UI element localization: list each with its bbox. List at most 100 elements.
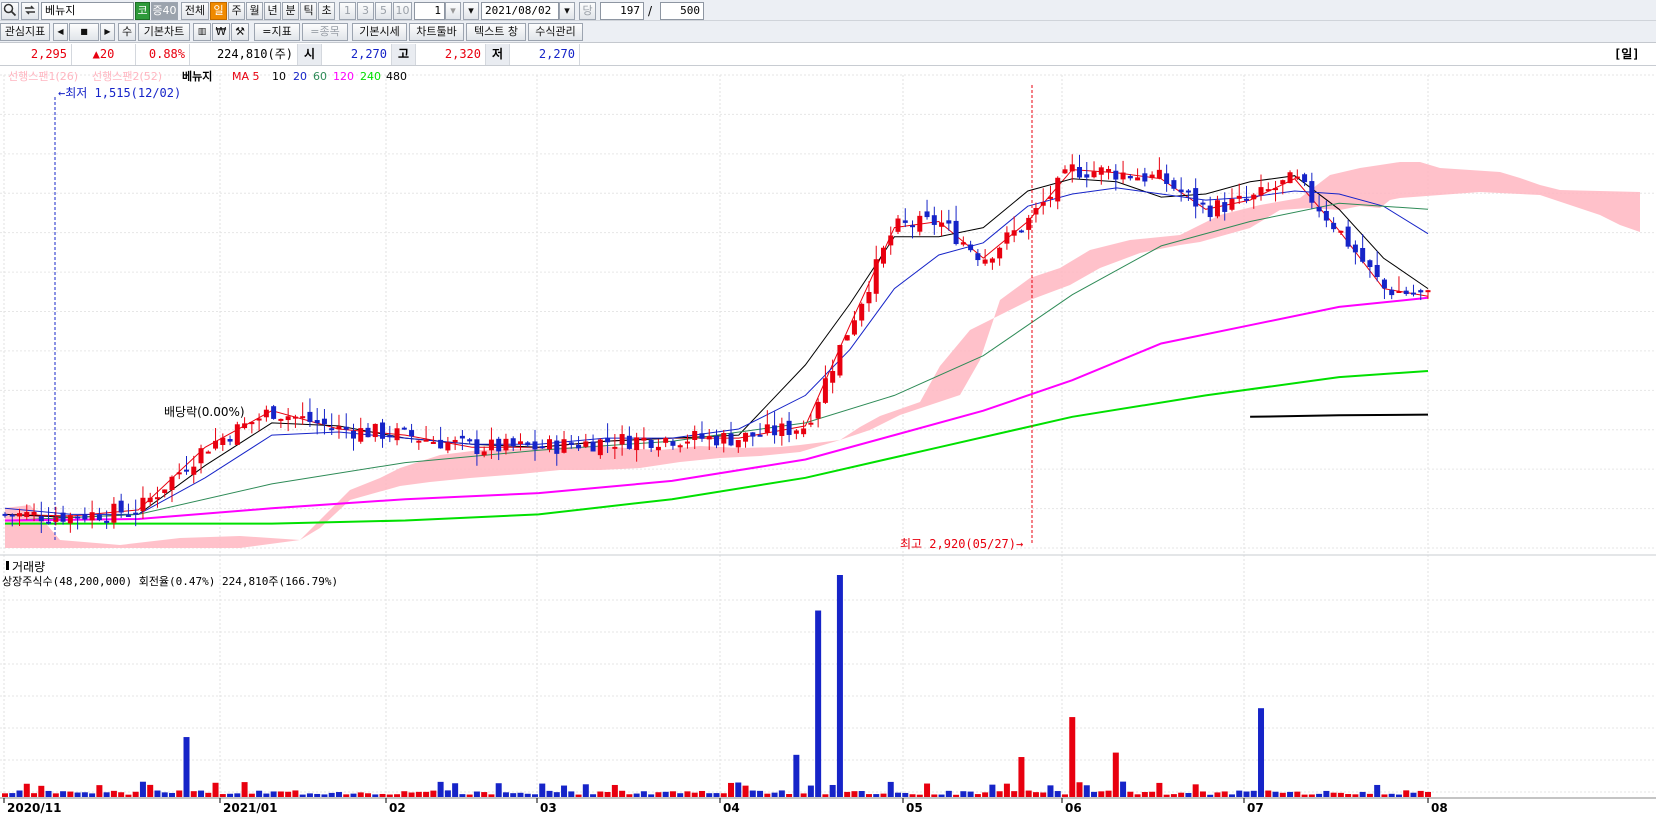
volume-bar — [1323, 790, 1330, 797]
volume-bar — [1091, 791, 1098, 797]
candle — [1033, 202, 1039, 223]
volume-bar — [1243, 791, 1250, 797]
volume-bar — [1388, 793, 1395, 797]
legend-stock: 베뉴지 — [182, 69, 212, 83]
interval-input[interactable]: 1 — [414, 2, 445, 20]
dang-button[interactable]: 당 — [579, 2, 596, 20]
candle — [1091, 161, 1097, 179]
basic-quote-button[interactable]: 기본시세 — [352, 23, 407, 41]
volume-bar — [408, 792, 415, 797]
candle — [1258, 174, 1264, 201]
volume-bars — [2, 575, 1431, 797]
date-dropdown-icon[interactable]: ▾ — [559, 2, 575, 20]
volume-bar — [582, 784, 589, 797]
chart-toolbar-button[interactable]: 차트툴바 — [409, 23, 464, 41]
volume-bar — [1018, 757, 1025, 797]
su-button[interactable]: 수 — [118, 23, 136, 41]
volume-bar — [1265, 790, 1272, 797]
volume-bar — [938, 794, 945, 797]
legend-ma10: 10 — [272, 70, 286, 83]
period-month-button[interactable]: 월 — [246, 2, 263, 20]
candle — [1236, 183, 1242, 204]
period-second-button[interactable]: 초 — [318, 2, 335, 20]
stock-chart[interactable]: 선행스팬1(26) 선행스팬2(52) 베뉴지 MA 5 10 20 60 12… — [0, 67, 1656, 814]
volume-bar — [23, 783, 30, 797]
interval-3-button[interactable]: 3 — [357, 2, 374, 20]
volume-bar — [198, 790, 205, 797]
volume-bar — [800, 793, 807, 797]
volume-bar — [147, 784, 154, 797]
period-all-button[interactable]: 전체 — [181, 2, 209, 20]
candle — [249, 421, 255, 434]
scroll-left-button[interactable]: ◀ — [53, 23, 68, 41]
volume-bar — [1381, 794, 1388, 797]
volume-bar — [786, 794, 793, 797]
candle — [924, 199, 930, 220]
won-icon[interactable]: ₩ — [212, 23, 230, 41]
volume-bar — [168, 792, 175, 797]
volume-bar — [1287, 791, 1294, 797]
volume-bar — [1374, 784, 1381, 797]
volume-bar — [1359, 791, 1366, 797]
volume-bar — [1410, 792, 1417, 797]
volume-bar — [1236, 790, 1243, 797]
chevron-down-icon[interactable]: ▾ — [463, 2, 479, 20]
search-icon[interactable] — [1, 2, 19, 20]
candle — [409, 423, 415, 443]
volume-bar — [858, 791, 865, 797]
candle — [1265, 182, 1271, 192]
refresh-icon[interactable] — [21, 2, 39, 20]
basic-chart-button[interactable]: 기본차트 — [138, 23, 190, 41]
volume-bar — [423, 791, 430, 797]
scroll-right-button[interactable]: ▶ — [100, 23, 115, 41]
candle — [1410, 284, 1416, 297]
interval-10-button[interactable]: 10 — [393, 2, 412, 20]
period-week-button[interactable]: 주 — [228, 2, 245, 20]
candle — [350, 423, 356, 451]
period-day-button[interactable]: 일 — [210, 2, 227, 20]
candle — [242, 417, 248, 430]
interval-dropdown-icon[interactable]: ▾ — [445, 2, 461, 20]
period-minute-button[interactable]: 분 — [282, 2, 299, 20]
stock-name-input[interactable]: 베뉴지 — [41, 2, 134, 20]
volume-bar — [640, 791, 647, 797]
volume-bar — [1279, 792, 1286, 797]
volume-bar — [517, 792, 524, 797]
candle — [750, 432, 756, 447]
candle — [263, 405, 269, 422]
candle — [198, 444, 204, 474]
date-input[interactable]: 2021/08/02 — [481, 2, 559, 20]
volume-bar — [822, 794, 829, 797]
volume-bar — [1185, 793, 1192, 797]
period-year-button[interactable]: 년 — [264, 2, 281, 20]
volume-bar — [45, 790, 52, 797]
volume-bar — [488, 794, 495, 797]
total-input[interactable]: 500 — [660, 2, 704, 20]
candle — [1142, 167, 1148, 187]
interval-5-button[interactable]: 5 — [375, 2, 392, 20]
candle — [1062, 165, 1068, 175]
watchlist-indicator-button[interactable]: 관심지표 — [0, 23, 50, 41]
stock-compare-button[interactable]: =종목 — [302, 23, 348, 41]
volume-bar — [1163, 794, 1170, 797]
text-window-button[interactable]: 텍스트 창 — [466, 23, 526, 41]
bar-chart-icon[interactable]: ▥ — [193, 23, 211, 41]
formula-manage-button[interactable]: 수식관리 — [528, 23, 583, 41]
volume-bar — [1156, 782, 1163, 797]
candle — [1403, 286, 1409, 296]
period-tick-button[interactable]: 틱 — [300, 2, 317, 20]
x-tick-label: 06 — [1065, 801, 1082, 814]
volume-bar — [815, 610, 822, 797]
volume-bar — [974, 794, 981, 797]
wrench-icon[interactable]: ⚒ — [231, 23, 249, 41]
indicator-button[interactable]: =지표 — [254, 23, 300, 41]
volume-bar — [1352, 794, 1359, 797]
interval-1-button[interactable]: 1 — [339, 2, 356, 20]
candle — [1243, 185, 1249, 204]
scroll-thumb[interactable]: ■ — [69, 23, 99, 41]
candle — [728, 421, 734, 447]
candle — [772, 411, 778, 444]
candle — [822, 365, 828, 405]
candle — [1294, 169, 1300, 181]
count-input[interactable]: 197 — [600, 2, 644, 20]
